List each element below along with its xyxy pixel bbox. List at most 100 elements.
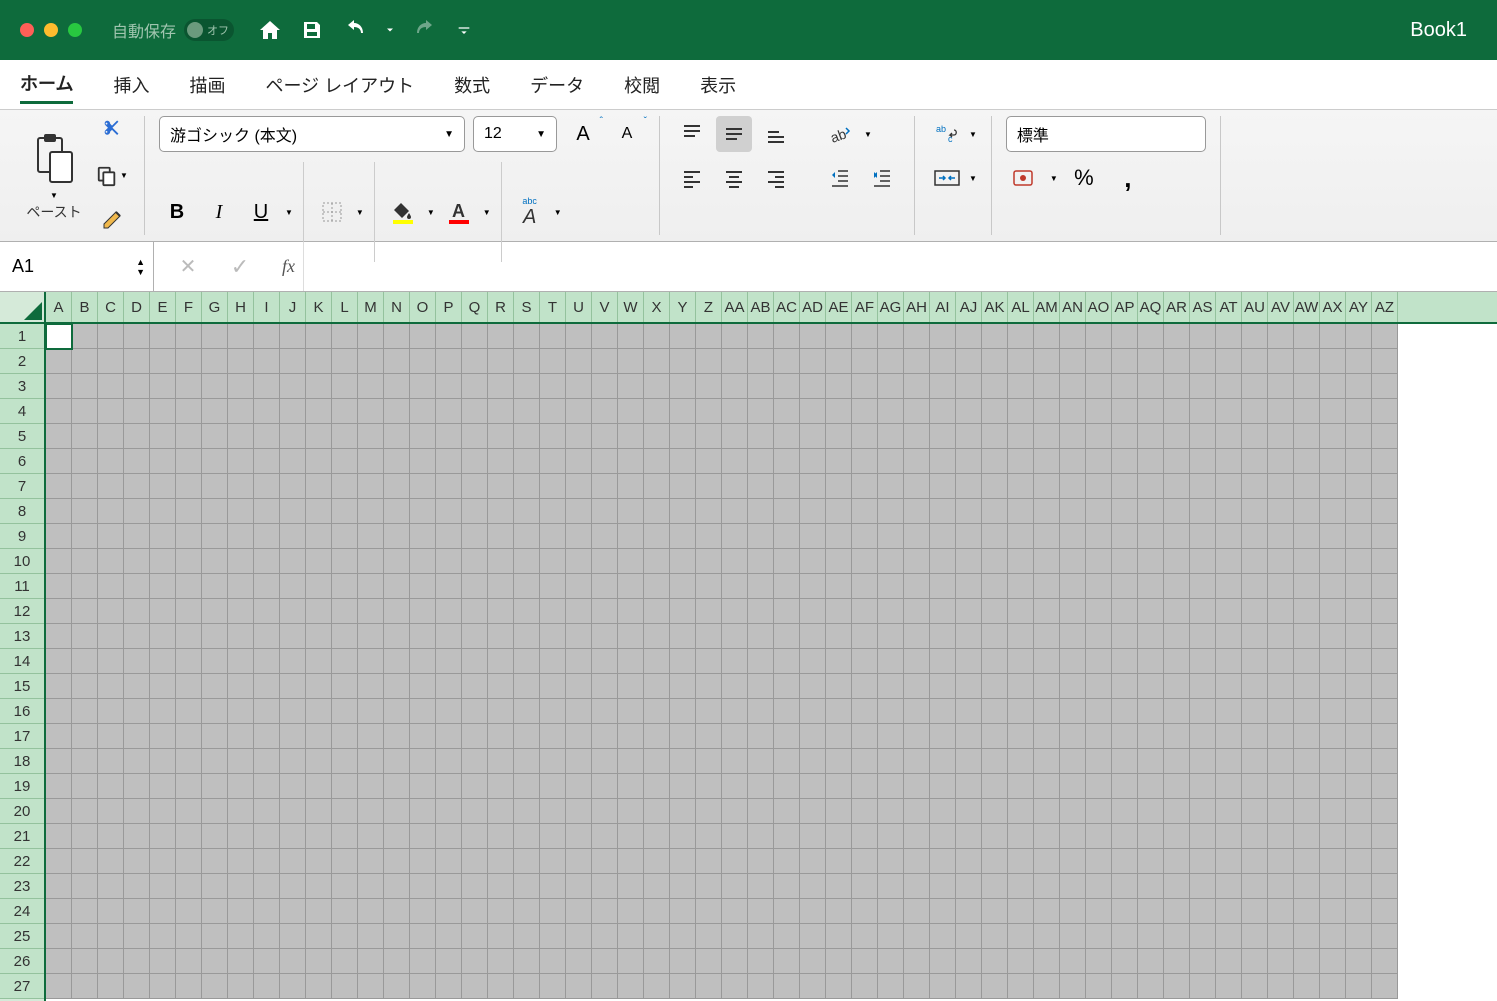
cell[interactable] (618, 924, 644, 949)
cell[interactable] (1164, 399, 1190, 424)
cell[interactable] (1346, 724, 1372, 749)
cell[interactable] (982, 524, 1008, 549)
cell[interactable] (46, 849, 72, 874)
column-header[interactable]: AK (982, 292, 1008, 322)
cell[interactable] (228, 949, 254, 974)
cell[interactable] (878, 649, 904, 674)
cell[interactable] (826, 499, 852, 524)
cell[interactable] (540, 624, 566, 649)
cell[interactable] (462, 974, 488, 999)
cell[interactable] (228, 674, 254, 699)
cell[interactable] (1242, 699, 1268, 724)
cell[interactable] (1372, 349, 1398, 374)
cell[interactable] (72, 674, 98, 699)
cell[interactable] (904, 724, 930, 749)
cell[interactable] (488, 549, 514, 574)
cell[interactable] (202, 399, 228, 424)
cell[interactable] (982, 574, 1008, 599)
cell[interactable] (1138, 574, 1164, 599)
cell[interactable] (956, 849, 982, 874)
column-header[interactable]: M (358, 292, 384, 322)
cell[interactable] (1346, 949, 1372, 974)
close-window-button[interactable] (20, 23, 34, 37)
cell[interactable] (696, 649, 722, 674)
cell[interactable] (1086, 749, 1112, 774)
cell[interactable] (1216, 724, 1242, 749)
cell[interactable] (72, 949, 98, 974)
cell[interactable] (436, 599, 462, 624)
align-right-button[interactable] (758, 160, 794, 196)
cell[interactable] (722, 949, 748, 974)
name-box[interactable]: A1 ▲▼ (0, 242, 154, 291)
cell[interactable] (1112, 449, 1138, 474)
cell[interactable] (1164, 549, 1190, 574)
cell[interactable] (800, 774, 826, 799)
cell[interactable] (592, 499, 618, 524)
cell[interactable] (124, 599, 150, 624)
cell[interactable] (488, 699, 514, 724)
cell[interactable] (722, 899, 748, 924)
cell[interactable] (826, 324, 852, 349)
cell[interactable] (1190, 324, 1216, 349)
cell[interactable] (150, 499, 176, 524)
cell[interactable] (852, 949, 878, 974)
cell[interactable] (1346, 374, 1372, 399)
cell[interactable] (202, 674, 228, 699)
cell[interactable] (852, 524, 878, 549)
cell[interactable] (514, 424, 540, 449)
cell[interactable] (566, 724, 592, 749)
cell[interactable] (514, 499, 540, 524)
cell[interactable] (1190, 824, 1216, 849)
cell[interactable] (722, 424, 748, 449)
column-header[interactable]: S (514, 292, 540, 322)
cell[interactable] (904, 449, 930, 474)
cell[interactable] (566, 549, 592, 574)
cell[interactable] (774, 924, 800, 949)
cell[interactable] (280, 749, 306, 774)
cell[interactable] (514, 624, 540, 649)
cell[interactable] (800, 424, 826, 449)
cell[interactable] (1346, 824, 1372, 849)
cell[interactable] (1034, 974, 1060, 999)
cell[interactable] (306, 724, 332, 749)
cell[interactable] (332, 799, 358, 824)
cell[interactable] (1320, 399, 1346, 424)
cell[interactable] (124, 749, 150, 774)
cell[interactable] (1138, 849, 1164, 874)
cell[interactable] (462, 499, 488, 524)
column-header[interactable]: T (540, 292, 566, 322)
cell[interactable] (904, 649, 930, 674)
cell[interactable] (384, 924, 410, 949)
cell[interactable] (696, 749, 722, 774)
cell[interactable] (1164, 849, 1190, 874)
cell[interactable] (384, 449, 410, 474)
cell[interactable] (1242, 499, 1268, 524)
cell[interactable] (1372, 624, 1398, 649)
column-header[interactable]: A (46, 292, 72, 322)
cell[interactable] (332, 324, 358, 349)
column-header[interactable]: AH (904, 292, 930, 322)
cell[interactable] (384, 824, 410, 849)
tab-insert[interactable]: 挿入 (113, 67, 149, 103)
cell[interactable] (1216, 749, 1242, 774)
cell[interactable] (748, 349, 774, 374)
cell[interactable] (644, 599, 670, 624)
cell[interactable] (1190, 899, 1216, 924)
cell[interactable] (774, 724, 800, 749)
cell[interactable] (1138, 949, 1164, 974)
cut-button[interactable] (94, 112, 130, 148)
cell[interactable] (1320, 549, 1346, 574)
cell[interactable] (748, 824, 774, 849)
cell[interactable] (1086, 474, 1112, 499)
column-header[interactable]: AJ (956, 292, 982, 322)
cell[interactable] (1268, 824, 1294, 849)
cell[interactable] (124, 724, 150, 749)
cell[interactable] (1294, 824, 1320, 849)
cell[interactable] (540, 699, 566, 724)
formula-input[interactable] (303, 242, 1497, 291)
cell[interactable] (72, 599, 98, 624)
cell[interactable] (306, 774, 332, 799)
cell[interactable] (670, 499, 696, 524)
cell[interactable] (176, 899, 202, 924)
cell[interactable] (228, 349, 254, 374)
